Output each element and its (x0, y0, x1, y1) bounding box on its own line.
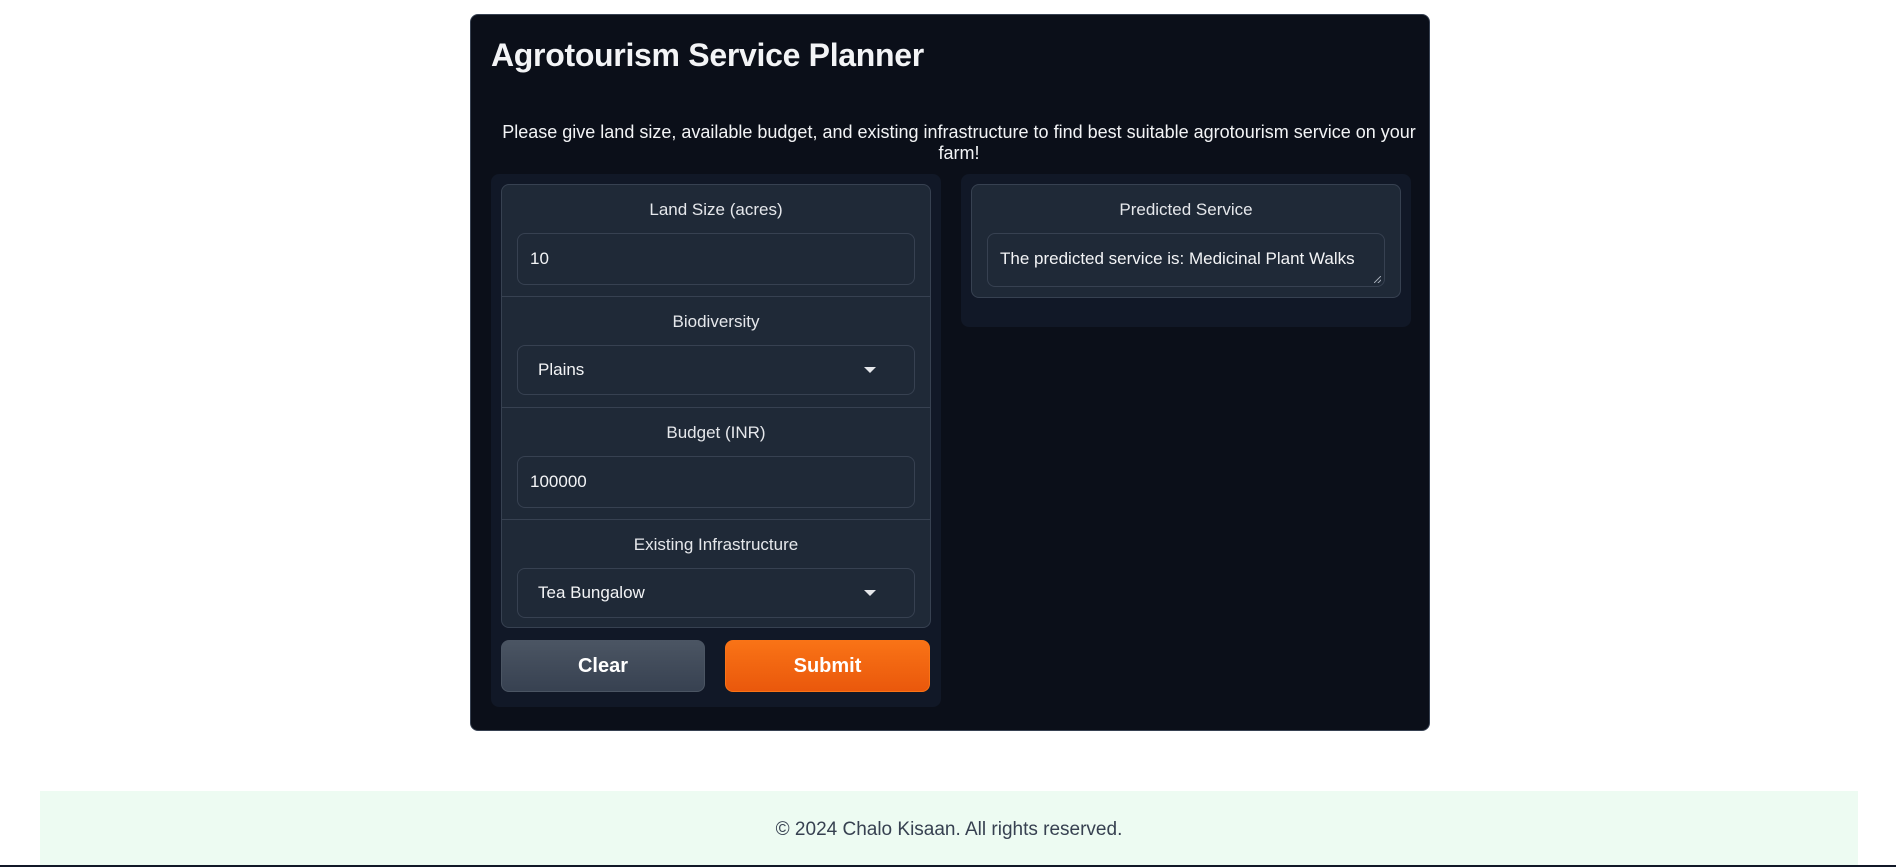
biodiversity-selected-value: Plains (538, 360, 585, 379)
output-panel: Predicted Service The predicted service … (971, 184, 1401, 298)
app-container: Agrotourism Service Planner Please give … (470, 14, 1430, 731)
infrastructure-selected-value: Tea Bungalow (538, 583, 645, 602)
biodiversity-field: Biodiversity Plains (502, 297, 930, 408)
chevron-down-icon (864, 590, 876, 596)
infrastructure-label: Existing Infrastructure (633, 535, 799, 554)
budget-label: Budget (INR) (666, 423, 766, 442)
app-description: Please give land size, available budget,… (502, 122, 1416, 163)
output-column: Predicted Service The predicted service … (961, 174, 1411, 327)
budget-input[interactable] (517, 456, 915, 508)
biodiversity-dropdown[interactable]: Plains (517, 345, 915, 395)
chevron-down-icon (864, 367, 876, 373)
predicted-service-text: The predicted service is: Medicinal Plan… (1000, 249, 1355, 268)
resize-handle-icon[interactable] (1374, 276, 1381, 283)
biodiversity-label: Biodiversity (672, 312, 760, 331)
infrastructure-dropdown[interactable]: Tea Bungalow (517, 568, 915, 618)
land-size-input[interactable] (517, 233, 915, 285)
footer-copyright: © 2024 Chalo Kisaan. All rights reserved… (775, 819, 1123, 840)
land-size-field: Land Size (acres) (502, 185, 930, 297)
input-column: Land Size (acres) Biodiversity Plains Bu… (491, 174, 941, 707)
budget-field: Budget (INR) (502, 408, 930, 520)
footer: © 2024 Chalo Kisaan. All rights reserved… (40, 791, 1858, 867)
page-title: Agrotourism Service Planner (491, 37, 924, 73)
clear-button[interactable]: Clear (501, 640, 705, 692)
submit-button[interactable]: Submit (725, 640, 930, 692)
input-form: Land Size (acres) Biodiversity Plains Bu… (501, 184, 931, 628)
infrastructure-field: Existing Infrastructure Tea Bungalow (502, 520, 930, 627)
land-size-label: Land Size (acres) (649, 200, 783, 219)
predicted-service-label: Predicted Service (1119, 200, 1253, 219)
predicted-service-output[interactable]: The predicted service is: Medicinal Plan… (987, 233, 1385, 287)
